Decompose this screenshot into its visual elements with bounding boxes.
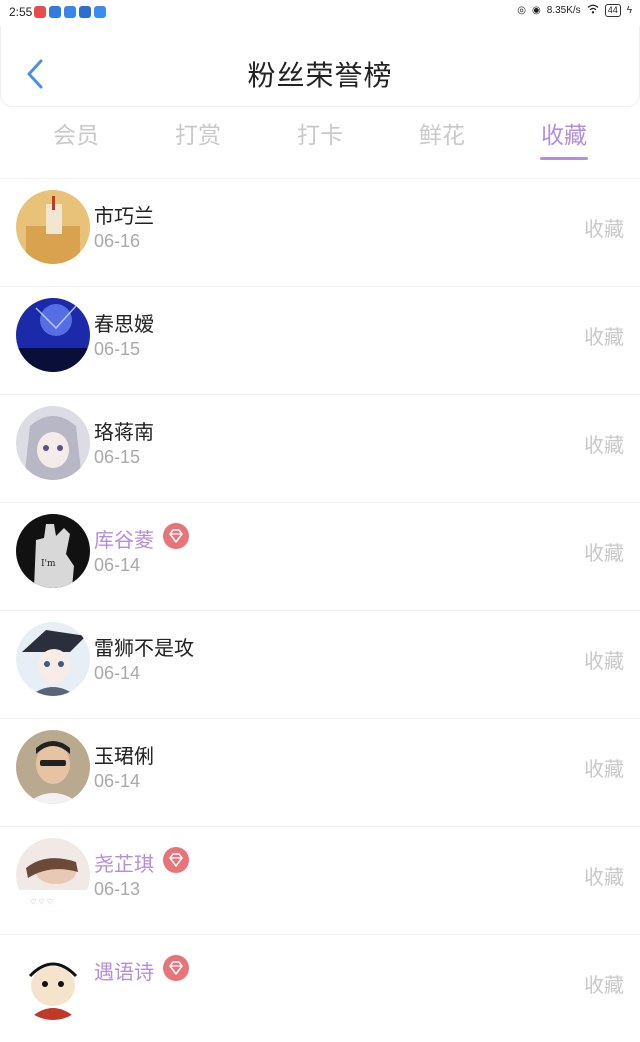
list-item[interactable]: ♡ ♡ ♡ 尧芷琪 06-13 收藏 xyxy=(0,826,640,934)
tab-membership[interactable]: 会员 xyxy=(21,116,131,150)
avatar xyxy=(16,730,90,804)
fan-date: 06-15 xyxy=(94,339,141,359)
active-tab-indicator xyxy=(540,157,588,160)
avatar xyxy=(16,298,90,372)
favorite-label: 收藏 xyxy=(584,541,624,565)
list-item[interactable]: 市巧兰 06-16 收藏 xyxy=(0,178,640,286)
fan-date: 06-14 xyxy=(94,555,141,575)
app-notification-icon xyxy=(79,6,91,18)
fan-name: 遇语诗 xyxy=(94,960,154,984)
nfc-icon: ◎ xyxy=(517,5,527,16)
list-item[interactable]: 遇语诗 收藏 xyxy=(0,934,640,1042)
tab-checkin[interactable]: 打卡 xyxy=(265,116,375,150)
favorite-label: 收藏 xyxy=(584,325,624,349)
vip-diamond-icon xyxy=(163,847,189,873)
app-notification-icon xyxy=(49,6,61,18)
tab-flowers[interactable]: 鲜花 xyxy=(387,116,497,150)
favorite-label: 收藏 xyxy=(584,649,624,673)
svg-text:♡ ♡ ♡: ♡ ♡ ♡ xyxy=(30,898,53,906)
avatar xyxy=(16,622,90,696)
notification-icons xyxy=(34,6,106,18)
eye-icon: ◉ xyxy=(532,5,541,16)
wifi-icon xyxy=(587,4,599,17)
favorite-label: 收藏 xyxy=(584,433,624,457)
fan-date: 06-16 xyxy=(94,231,141,251)
vip-diamond-icon xyxy=(163,523,189,549)
status-time: 2:55 xyxy=(9,5,33,19)
favorite-label: 收藏 xyxy=(584,757,624,781)
fan-date: 06-14 xyxy=(94,663,141,683)
avatar xyxy=(16,406,90,480)
app-notification-icon xyxy=(64,6,76,18)
battery-icon: 44 xyxy=(604,4,621,17)
app-notification-icon xyxy=(94,6,106,18)
network-speed: 8.35K/s xyxy=(546,5,581,16)
avatar xyxy=(16,946,90,1020)
page-title: 粉丝荣誉榜 xyxy=(247,59,393,92)
tab-favorites[interactable]: 收藏 xyxy=(509,116,619,150)
fan-date: 06-13 xyxy=(94,879,141,899)
vip-diamond-icon xyxy=(163,955,189,981)
fan-date: 06-14 xyxy=(94,771,141,791)
app-notification-icon xyxy=(34,6,46,18)
list-item[interactable]: 玉珺俐 06-14 收藏 xyxy=(0,718,640,826)
fan-list: 市巧兰 06-16 收藏 春思嫒 06-15 收藏 珞蒋南 06-15 收藏 I… xyxy=(0,178,640,1042)
avatar: ♡ ♡ ♡ xyxy=(16,838,90,912)
favorite-label: 收藏 xyxy=(584,865,624,889)
fan-name: 尧芷琪 xyxy=(94,852,154,876)
fan-name: 库谷菱 xyxy=(94,528,154,552)
avatar xyxy=(16,190,90,264)
svg-text:I'm: I'm xyxy=(41,559,56,569)
fan-name: 玉珺俐 xyxy=(94,744,154,768)
list-item[interactable]: 雷狮不是攻 06-14 收藏 xyxy=(0,610,640,718)
charging-icon: ϟ xyxy=(626,5,632,16)
header: 粉丝荣誉榜 xyxy=(0,26,640,107)
avatar: I'm xyxy=(16,514,90,588)
list-item[interactable]: I'm 库谷菱 06-14 收藏 xyxy=(0,502,640,610)
list-item[interactable]: 珞蒋南 06-15 收藏 xyxy=(0,394,640,502)
fan-name: 春思嫒 xyxy=(94,312,154,336)
favorite-label: 收藏 xyxy=(584,217,624,241)
status-bar: 2:55 ◎ ◉ 8.35K/s 44 ϟ xyxy=(0,0,640,26)
list-item[interactable]: 春思嫒 06-15 收藏 xyxy=(0,286,640,394)
favorite-label: 收藏 xyxy=(584,973,624,997)
fan-name: 雷狮不是攻 xyxy=(94,636,194,660)
fan-name: 珞蒋南 xyxy=(94,420,154,444)
status-right: ◎ ◉ 8.35K/s 44 ϟ xyxy=(517,4,632,17)
tab-bar: 会员 打赏 打卡 鲜花 收藏 xyxy=(0,108,640,168)
tab-tips[interactable]: 打赏 xyxy=(143,116,253,150)
fan-name: 市巧兰 xyxy=(94,204,154,228)
fan-date: 06-15 xyxy=(94,447,141,467)
